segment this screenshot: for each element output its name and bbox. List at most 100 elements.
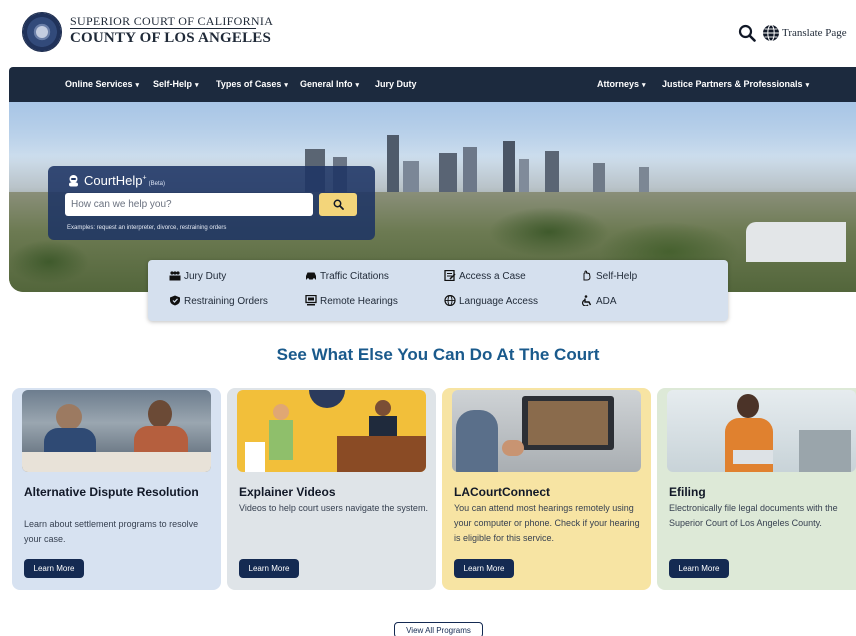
search-icon <box>333 199 344 210</box>
program-card-adr: Alternative Dispute Resolution Learn abo… <box>12 388 221 590</box>
nav-label: Types of Cases <box>216 79 282 89</box>
quick-link-label: Language Access <box>459 296 538 307</box>
learn-more-button[interactable]: Learn More <box>239 559 299 578</box>
chevron-down-icon: ▾ <box>642 82 646 89</box>
nav-label: General Info <box>300 79 353 89</box>
program-card-lacourtconnect: LACourtConnect You can attend most heari… <box>442 388 651 590</box>
chevron-down-icon: ▾ <box>805 82 810 89</box>
quick-link-label: ADA <box>596 296 617 307</box>
card-description: Videos to help court users navigate the … <box>239 503 428 513</box>
monitor-icon <box>305 295 317 306</box>
card-image-judge <box>369 416 397 438</box>
court-name-divider <box>70 28 256 29</box>
skyline-building <box>463 147 477 197</box>
translate-page-link[interactable]: Translate Page <box>782 27 847 39</box>
card-image-adr <box>22 390 211 472</box>
skyline-building <box>503 141 515 197</box>
card-description: Learn about settlement programs to resol… <box>24 519 199 544</box>
learn-more-button[interactable]: Learn More <box>24 559 84 578</box>
skyline-building <box>387 135 399 197</box>
sofa-graphic <box>799 430 851 472</box>
nav-jury-duty[interactable]: Jury Duty <box>375 79 417 89</box>
card-title: LACourtConnect <box>454 485 550 499</box>
card-image-person <box>456 410 498 472</box>
chevron-down-icon: ▾ <box>135 82 140 89</box>
court-name-line1[interactable]: SUPERIOR COURT OF CALIFORNIA <box>70 14 273 29</box>
page: SUPERIOR COURT OF CALIFORNIA COUNTY OF L… <box>0 0 856 636</box>
nav-label: Attorneys <box>597 79 640 89</box>
nav-label: Jury Duty <box>375 79 417 89</box>
main-nav: Online Services ▾ Self-Help ▾ Types of Cas… <box>9 67 856 102</box>
card-title: Alternative Dispute Resolution <box>24 485 199 499</box>
card-image-table <box>22 452 211 472</box>
laptop-graphic <box>733 450 773 464</box>
paper-stack-graphic <box>245 442 265 472</box>
quick-link-label: Access a Case <box>459 271 526 282</box>
card-title: Explainer Videos <box>239 485 336 499</box>
nav-online-services[interactable]: Online Services ▾ <box>65 79 139 89</box>
learn-more-button[interactable]: Learn More <box>669 559 729 578</box>
card-image-efiling <box>667 390 856 472</box>
view-all-programs-button[interactable]: View All Programs <box>394 622 483 636</box>
courthelp-sup: + <box>142 174 147 182</box>
program-card-videos: Explainer Videos Videos to help court us… <box>227 388 436 590</box>
card-description: Electronically file legal documents with… <box>669 503 838 528</box>
document-icon <box>444 270 456 281</box>
skyline-building <box>545 151 559 197</box>
judge-bench-graphic <box>337 436 426 472</box>
quick-link-self-help[interactable]: Self-Help <box>581 270 637 282</box>
chevron-down-icon: ▾ <box>284 82 288 89</box>
globe-icon <box>444 295 456 306</box>
quick-link-label: Remote Hearings <box>320 296 398 307</box>
program-card-efiling: Efiling Electronically file legal docume… <box>657 388 856 590</box>
hero-building <box>746 222 846 262</box>
card-image-person <box>56 404 82 430</box>
globe-icon[interactable] <box>762 24 780 42</box>
nav-label: Justice Partners & Professionals <box>662 79 803 89</box>
quick-links-panel: Jury Duty Traffic Citations Access a Cas… <box>148 260 728 321</box>
card-image-videos <box>237 390 426 472</box>
courthelp-panel: CourtHelp+(Beta) Examples: request an in… <box>48 166 375 240</box>
chevron-down-icon: ▾ <box>195 82 199 89</box>
courtroom-screen-graphic <box>528 401 608 445</box>
hero-sky <box>9 102 856 162</box>
learn-more-button[interactable]: Learn More <box>454 559 514 578</box>
card-image-lacourtconnect <box>452 390 641 472</box>
nav-attorneys[interactable]: Attorneys ▾ <box>597 79 646 89</box>
quick-link-traffic-citations[interactable]: Traffic Citations <box>305 270 389 282</box>
hand-icon <box>583 270 591 281</box>
quick-link-ada[interactable]: ADA <box>581 295 617 307</box>
courthelp-examples: Examples: request an interpreter, divorc… <box>67 225 227 231</box>
court-seal-graphic <box>309 390 345 408</box>
skyline-building <box>439 153 457 197</box>
nav-self-help[interactable]: Self-Help ▾ <box>153 79 199 89</box>
courthelp-title-text: CourtHelp <box>84 173 143 188</box>
quick-link-label: Jury Duty <box>184 271 227 282</box>
section-title: See What Else You Can Do At The Court <box>276 345 600 364</box>
quick-link-jury-duty[interactable]: Jury Duty <box>169 270 226 282</box>
quick-link-language-access[interactable]: Language Access <box>444 295 538 307</box>
beta-label: (Beta) <box>148 181 165 187</box>
nav-label: Self-Help <box>153 79 193 89</box>
quick-link-access-case[interactable]: Access a Case <box>444 270 526 282</box>
search-icon[interactable] <box>738 24 756 42</box>
court-name-line2[interactable]: COUNTY OF LOS ANGELES <box>70 30 271 47</box>
accessibility-icon <box>582 295 592 306</box>
courthelp-search-input[interactable] <box>65 193 313 216</box>
nav-types-of-cases[interactable]: Types of Cases ▾ <box>216 79 288 89</box>
quick-link-label: Self-Help <box>596 271 638 282</box>
courthelp-search-button[interactable] <box>319 193 357 216</box>
card-image-judge <box>375 400 391 416</box>
card-title: Efiling <box>669 485 706 499</box>
nav-general-info[interactable]: General Info ▾ <box>300 79 359 89</box>
nav-justice-partners[interactable]: Justice Partners & Professionals ▾ <box>662 79 809 89</box>
shield-icon <box>170 295 180 306</box>
court-seal-logo[interactable] <box>22 12 62 52</box>
quick-link-remote-hearings[interactable]: Remote Hearings <box>305 295 398 307</box>
card-image-person <box>148 400 172 428</box>
quick-link-restraining-orders[interactable]: Restraining Orders <box>169 295 268 307</box>
card-image-person <box>737 394 759 418</box>
jury-icon <box>169 271 181 281</box>
card-description: You can attend most hearings remotely us… <box>454 503 640 543</box>
quick-link-label: Traffic Citations <box>320 271 389 282</box>
